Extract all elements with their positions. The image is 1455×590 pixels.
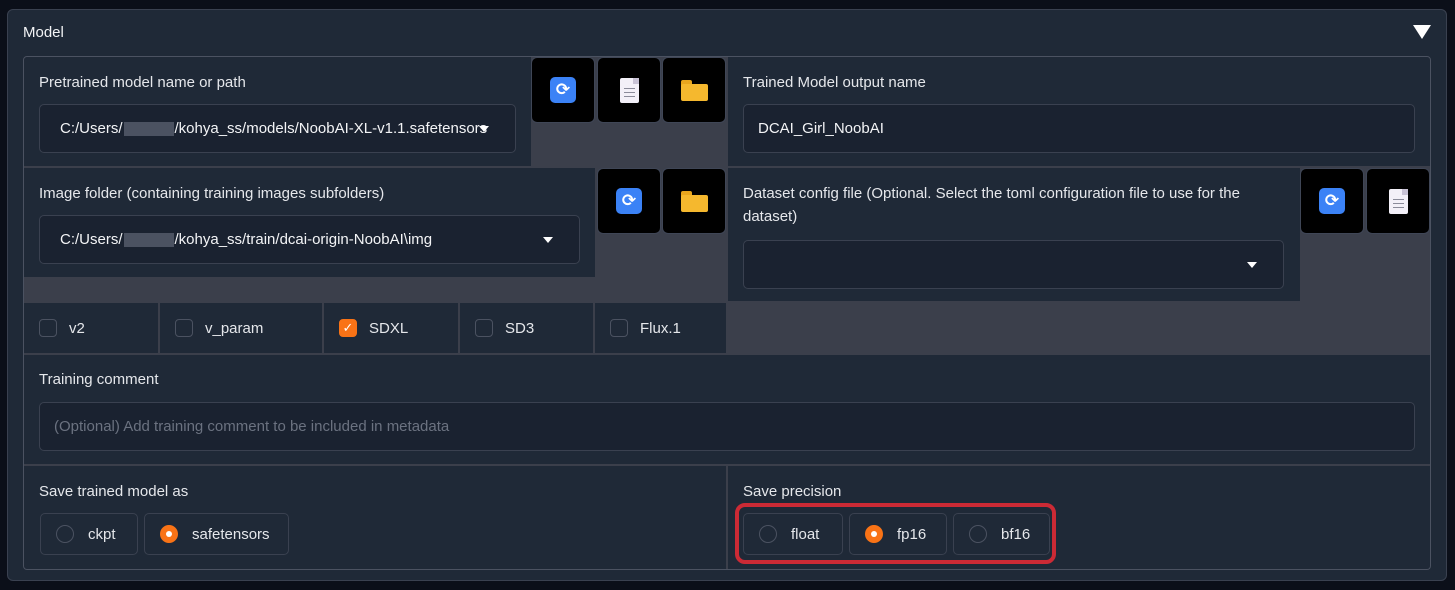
checkbox-label: Flux.1 [640,319,681,337]
triangle-down-icon[interactable] [1413,25,1431,39]
save-model-as-label: Save trained model as [39,483,189,500]
radio-safetensors[interactable]: safetensors [144,513,289,555]
open-folder-button[interactable] [662,57,726,123]
checkbox-label: SD3 [505,319,535,337]
refresh-folder-button[interactable]: ⟳ [597,168,661,234]
refresh-models-button[interactable]: ⟳ [531,57,595,123]
refresh-icon: ⟳ [616,188,642,214]
checkbox-box[interactable] [610,319,628,337]
checkbox-label: v_param [205,319,264,337]
image-folder-block: Image folder (containing training images… [24,168,595,277]
save-precision-label: Save precision [743,483,842,500]
output-name-label: Trained Model output name [743,74,926,91]
refresh-icon: ⟳ [550,77,576,103]
chevron-down-icon [479,125,489,132]
training-comment-label: Training comment [39,371,159,388]
pretrained-model-label: Pretrained model name or path [39,74,246,91]
open-dataset-config-button[interactable] [1366,168,1430,234]
output-name-block: Trained Model output name DCAI_Girl_Noob… [728,57,1430,166]
folder-icon [680,79,708,101]
radio-circle[interactable] [56,525,74,543]
redacted-username [123,121,174,136]
training-comment-input[interactable]: (Optional) Add training comment to be in… [39,402,1415,451]
checkbox-flux1[interactable]: Flux.1 [595,303,726,353]
training-comment-block: Training comment (Optional) Add training… [24,355,1430,464]
pretrained-model-block: Pretrained model name or path C:/Users/ /… [24,57,531,166]
checkbox-v-param[interactable]: v_param [160,303,322,353]
checkbox-box[interactable] [475,319,493,337]
checkbox-label: v2 [69,319,85,337]
path-suffix: /kohya_ss/train/dcai-origin-NoobAI\img [174,231,433,248]
highlight-box [735,503,1056,564]
open-file-button[interactable] [597,57,661,123]
image-folder-dropdown[interactable]: C:/Users/ /kohya_ss/train/dcai-origin-Noo… [39,215,580,264]
accordion-title[interactable]: Model [23,24,64,41]
checkbox-sdxl[interactable]: ✓ SDXL [324,303,458,353]
dataset-config-dropdown[interactable] [743,240,1284,289]
radio-circle-selected[interactable] [160,525,178,543]
document-icon [1388,188,1408,214]
path-prefix: C:/Users/ [60,120,123,137]
dataset-config-label: Dataset config file (Optional. Select th… [743,185,1240,225]
redacted-username [123,232,174,247]
save-model-as-block: Save trained model as ckpt safetensors [24,466,726,569]
refresh-icon: ⟳ [1319,188,1345,214]
document-icon [619,77,639,103]
chevron-down-icon [543,236,553,243]
refresh-dataset-config-button[interactable]: ⟳ [1300,168,1364,234]
pretrained-model-dropdown[interactable]: C:/Users/ /kohya_ss/models/NoobAI-XL-v1.1… [39,104,516,153]
checkbox-label: SDXL [369,319,409,337]
checkbox-v2[interactable]: v2 [24,303,158,353]
chevron-down-icon [1247,261,1257,268]
output-name-input[interactable]: DCAI_Girl_NoobAI [743,104,1415,153]
radio-label: safetensors [192,525,270,543]
radio-ckpt[interactable]: ckpt [40,513,138,555]
folder-icon [680,190,708,212]
open-image-folder-button[interactable] [662,168,726,234]
model-settings-container: Pretrained model name or path C:/Users/ /… [23,56,1431,570]
checkbox-box[interactable] [175,319,193,337]
checkmark-icon[interactable]: ✓ [339,319,357,337]
dataset-config-block: Dataset config file (Optional. Select th… [728,168,1300,301]
radio-label: ckpt [88,525,116,543]
path-suffix: /kohya_ss/models/NoobAI-XL-v1.1.safetens… [174,120,488,137]
image-folder-label: Image folder (containing training images… [39,185,385,202]
checkbox-sd3[interactable]: SD3 [460,303,593,353]
path-prefix: C:/Users/ [60,231,123,248]
checkbox-box[interactable] [39,319,57,337]
